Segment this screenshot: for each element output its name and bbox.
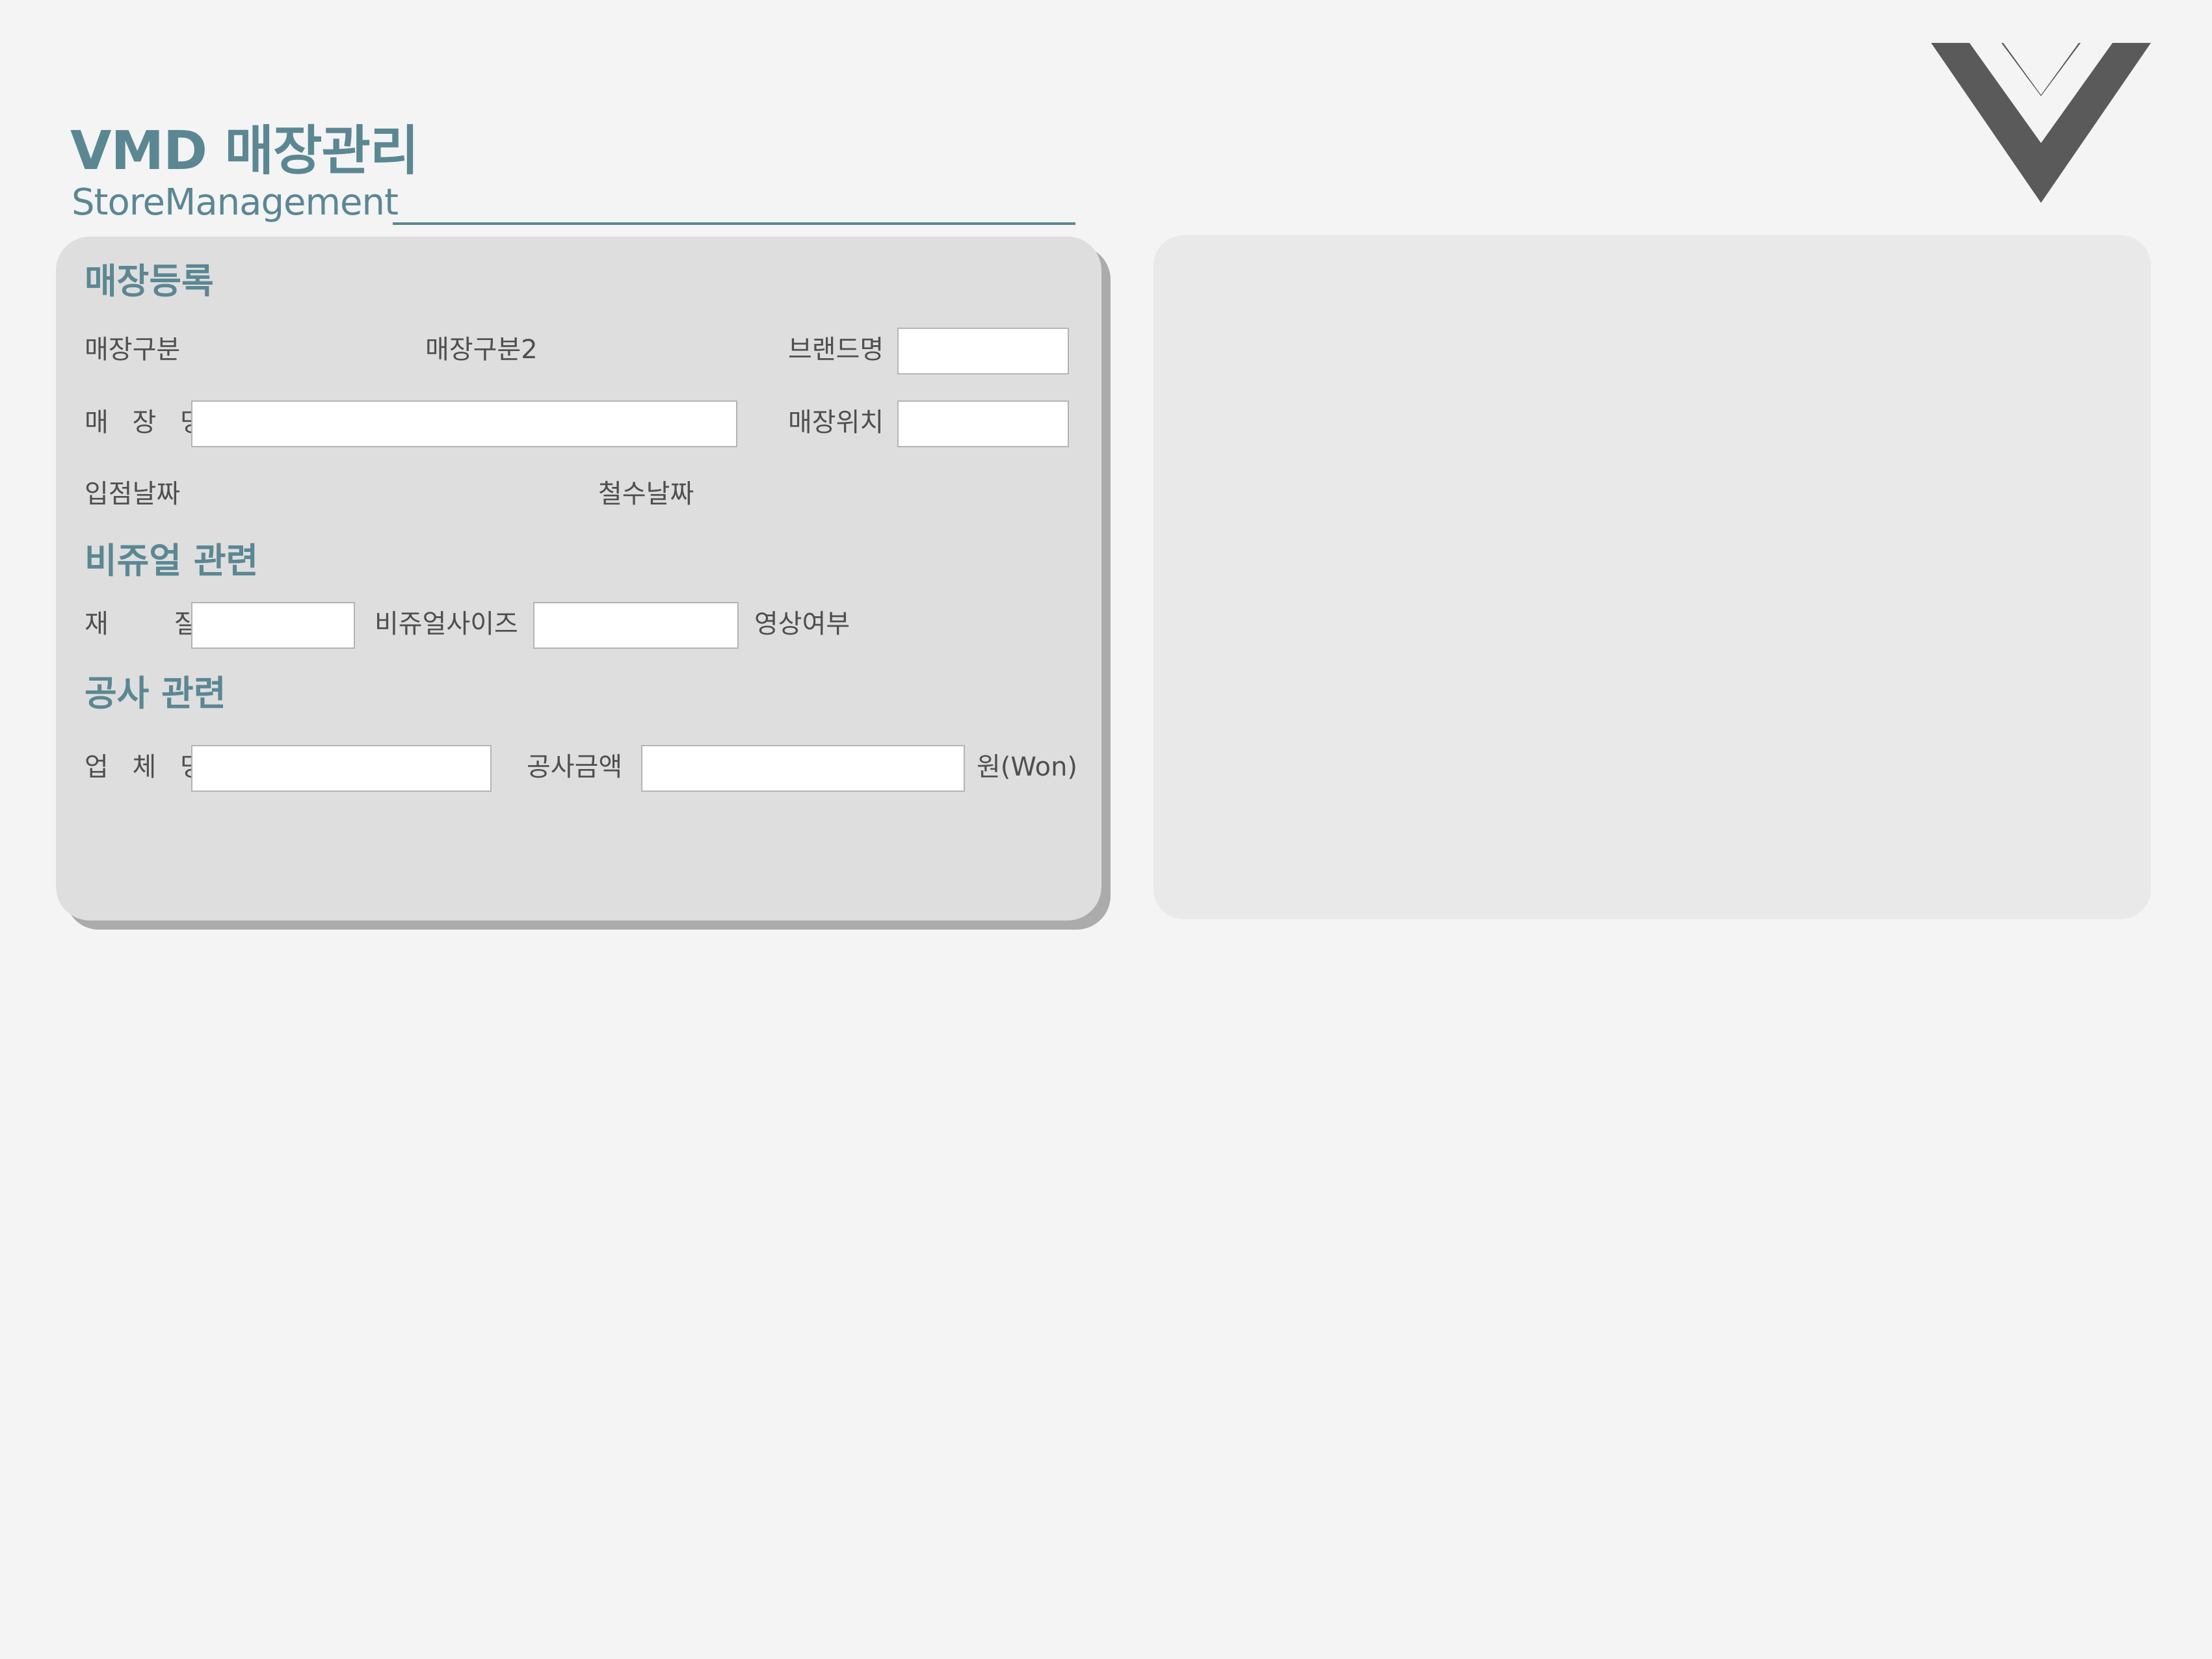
open-date-label: 입점날짜 — [85, 479, 181, 509]
store-registration-panel: 매장등록 매장구분 매장구분2 브랜드명 매 장 명 매장위치 입점날짜 철수날… — [56, 237, 1101, 921]
visual-size-label: 비쥬얼사이즈 — [375, 609, 518, 639]
currency-unit-label: 원(Won) — [977, 752, 1078, 782]
store-registration-heading: 매장등록 — [85, 261, 214, 302]
company-name-input[interactable] — [191, 745, 492, 792]
video-label: 영상여부 — [754, 609, 850, 639]
preview-panel — [1153, 235, 2151, 919]
visual-size-input[interactable] — [533, 602, 739, 649]
brand-name-label: 브랜드명 — [788, 335, 884, 365]
store-type-label: 매장구분 — [85, 335, 181, 365]
page-title: VMD 매장관리 — [70, 120, 419, 182]
store-location-input[interactable] — [897, 400, 1069, 447]
store-type2-label: 매장구분2 — [425, 335, 538, 365]
material-input[interactable] — [191, 602, 355, 649]
v-chevron-logo-icon — [1931, 43, 2151, 203]
construction-section-heading: 공사 관련 — [85, 673, 226, 714]
brand-name-input[interactable] — [897, 328, 1069, 374]
title-underline — [393, 222, 1075, 225]
store-location-label: 매장위치 — [788, 408, 884, 438]
construction-amount-label: 공사금액 — [527, 752, 623, 782]
construction-amount-input[interactable] — [641, 745, 965, 792]
visual-section-heading: 비쥬얼 관련 — [85, 540, 259, 581]
store-name-input[interactable] — [191, 400, 737, 447]
close-date-label: 철수날짜 — [598, 479, 694, 509]
page-subtitle: StoreManagement — [72, 181, 399, 224]
